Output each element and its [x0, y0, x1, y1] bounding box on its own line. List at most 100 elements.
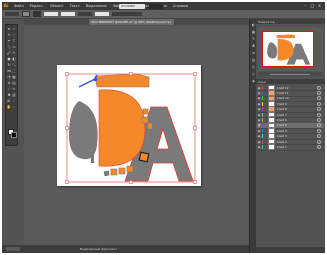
navigator-header[interactable]: Навигатор [256, 19, 325, 24]
magic-wand-icon[interactable]: ✦ [7, 33, 11, 37]
brush-dropdown[interactable] [61, 12, 75, 16]
status-bar: Выделенный фрагмент [2, 245, 250, 253]
visibility-eye-icon[interactable]: ◉ [257, 134, 261, 138]
column-graph-icon[interactable]: ▥ [12, 93, 16, 97]
layers-panel: Слои ◉ Слой 12 ◉ Слой 11 ◉ Слой 10 ◉ Слой 9 ◉ Сло… [256, 79, 325, 253]
menu-item-edit[interactable]: Редакт. [30, 4, 44, 8]
menu-item-file[interactable]: Файл [14, 4, 24, 8]
layer-color-strip [261, 112, 263, 117]
fragment-7 [142, 108, 149, 115]
rotate-tool-icon[interactable]: ↻ [7, 63, 11, 67]
layer-name: Слой 4 [276, 128, 287, 133]
layer-target-icon[interactable] [316, 90, 321, 96]
fill-stroke-control[interactable] [8, 129, 17, 138]
visibility-eye-icon[interactable]: ◉ [257, 107, 261, 111]
visibility-eye-icon[interactable]: ◉ [257, 118, 261, 122]
handle-tr [193, 72, 197, 76]
close-icon[interactable]: ✕ [317, 3, 322, 8]
artboard[interactable] [57, 65, 201, 186]
zoom-field[interactable] [6, 247, 20, 251]
hand-tool-icon[interactable]: ✋ [7, 105, 11, 109]
layers-header[interactable]: Слои [256, 79, 325, 84]
shape-builder-icon[interactable]: ◔ [7, 75, 11, 79]
opacity-dropdown[interactable] [95, 12, 109, 16]
style-dropdown[interactable] [78, 12, 92, 16]
orange-top-bar [94, 73, 150, 88]
align-controls[interactable] [112, 12, 142, 16]
stroke-weight-dropdown[interactable] [44, 12, 58, 16]
line-tool-icon[interactable]: ╲ [7, 45, 11, 49]
paintbrush-tool-icon[interactable]: 🖌 [7, 51, 12, 55]
pen-tool-icon[interactable]: ✒ [7, 39, 11, 43]
eyedropper-tool-icon[interactable]: ⁄ [7, 87, 11, 91]
pencil-tool-icon[interactable]: ✎ [12, 51, 16, 55]
visibility-eye-icon[interactable]: ◉ [257, 96, 261, 100]
layer-color-strip [261, 96, 263, 101]
layer-target-icon[interactable] [316, 139, 321, 144]
layer-target-icon[interactable] [316, 96, 321, 101]
width-tool-icon[interactable]: ⋈ [7, 69, 11, 73]
layer-target-icon[interactable] [316, 112, 321, 117]
mesh-tool-icon[interactable]: # [7, 81, 11, 85]
visibility-eye-icon[interactable]: ◉ [257, 91, 261, 95]
handle-tl [65, 72, 69, 76]
layer-target-icon[interactable] [316, 144, 321, 150]
gradient-tool-icon[interactable]: ▤ [12, 81, 16, 85]
handle-ml [65, 126, 69, 130]
layer-target-icon[interactable] [316, 123, 321, 128]
blob-brush-icon[interactable]: ● [7, 57, 11, 61]
visibility-eye-icon[interactable]: ◉ [257, 102, 261, 106]
document-tab[interactable]: ЭКСПЕРИМЕНТ ДИЗАЙН.ai* @ 66% (RGB/Просмо… [89, 19, 174, 25]
lasso-tool-icon[interactable]: ◌ [12, 33, 16, 37]
type-tool-icon[interactable]: T [12, 39, 16, 43]
artwork[interactable] [57, 65, 201, 186]
layer-name: Слой 1 [276, 144, 287, 149]
canvas-area[interactable] [24, 26, 249, 245]
fill-swatch[interactable] [22, 11, 30, 17]
eraser-tool-icon[interactable]: ◧ [12, 57, 16, 61]
visibility-eye-icon[interactable]: ◉ [257, 145, 261, 149]
layer-target-icon[interactable] [316, 134, 321, 139]
symbol-sprayer-icon[interactable]: ✺ [7, 93, 11, 97]
perspective-grid-icon[interactable]: ▦ [12, 75, 16, 79]
blend-tool-icon[interactable]: ∞ [12, 87, 16, 91]
layer-target-icon[interactable] [316, 85, 321, 90]
zoom-tool-icon[interactable]: ⌕ [12, 105, 16, 109]
layer-target-icon[interactable] [316, 101, 321, 106]
navigator-zoom-slider[interactable] [258, 72, 323, 76]
maximize-icon[interactable]: □ [310, 3, 315, 8]
layer-target-icon[interactable] [316, 107, 321, 112]
artboard-tool-icon[interactable]: ⊞ [7, 99, 11, 103]
stroke-swatch[interactable] [33, 11, 41, 17]
free-transform-icon[interactable]: ⬚ [12, 69, 16, 73]
menu-item-help[interactable]: Справка [173, 4, 188, 8]
visibility-eye-icon[interactable]: ◉ [257, 86, 261, 90]
scale-tool-icon[interactable]: ⤡ [12, 63, 16, 67]
layer-name: Слой 9 [276, 101, 287, 106]
visibility-eye-icon[interactable]: ◉ [257, 140, 261, 144]
handle-bl [65, 180, 69, 184]
visibility-eye-icon[interactable]: ◉ [257, 123, 261, 127]
menu-item-object[interactable]: Объект [50, 4, 64, 8]
workspace-switcher[interactable]: ОСНОВЫ [119, 3, 145, 9]
visibility-eye-icon[interactable]: ◉ [257, 129, 261, 133]
navigator-thumbnail[interactable] [258, 27, 323, 71]
layer-target-icon[interactable] [316, 117, 321, 123]
handle-tc [129, 72, 133, 76]
direct-selection-tool-icon[interactable]: ➢ [12, 27, 16, 31]
selection-tool-icon[interactable]: ➤ [7, 27, 11, 31]
menu-item-type[interactable]: Текст [69, 4, 79, 8]
slice-tool-icon[interactable]: ⟋ [12, 99, 16, 103]
layer-name: Слой 2 [276, 139, 287, 144]
menu-item-select[interactable]: Выделение [86, 4, 107, 8]
layer-color-strip [261, 134, 263, 139]
control-bar [2, 10, 325, 19]
rectangle-tool-icon[interactable]: ▭ [12, 45, 16, 49]
stroke-color-box[interactable] [10, 131, 17, 138]
document-tab-bar: ЭКСПЕРИМЕНТ ДИЗАЙН.ai* @ 66% (RGB/Просмо… [24, 19, 249, 25]
layer-row[interactable]: ◉ Слой 1 [257, 144, 324, 151]
search-input[interactable] [149, 3, 163, 9]
layer-target-icon[interactable] [316, 128, 321, 133]
minimize-icon[interactable]: – [303, 3, 308, 8]
visibility-eye-icon[interactable]: ◉ [257, 113, 261, 117]
